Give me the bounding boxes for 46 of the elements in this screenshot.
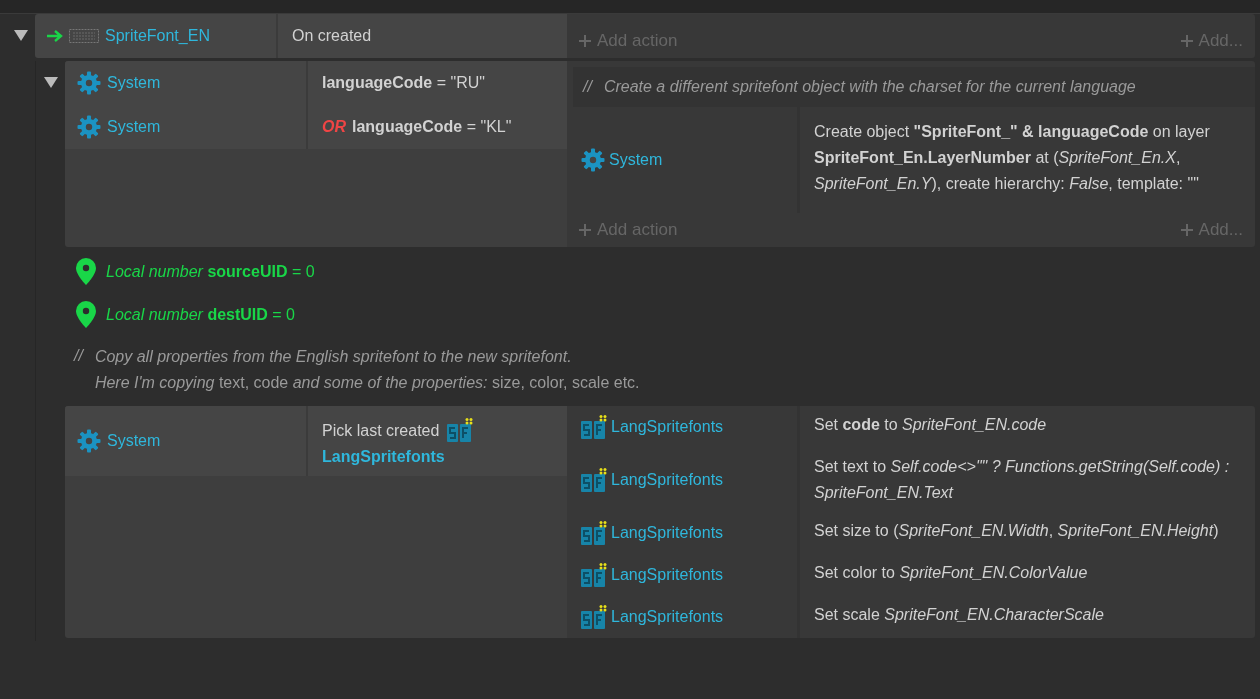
object-name: LangSpritefonts (322, 447, 445, 467)
plus-icon (1180, 35, 1193, 47)
gear-icon (77, 71, 101, 95)
condition-text: On created (292, 26, 372, 46)
condition-text: OR languageCode = "KL" (322, 117, 512, 137)
local-variable-text: Local number destUID = 0 (106, 304, 295, 325)
action-text: Set code to SpriteFont_EN.code (813, 415, 1048, 435)
condition-text: languageCode = "RU" (322, 73, 485, 93)
action-text: Set text to Self.code<>"" ? Functions.getString(Self.code) : SpriteFont_EN.Text (813, 457, 1231, 503)
plus-icon (579, 35, 591, 47)
spritefont-icon (581, 521, 607, 545)
spritefont-icon (581, 415, 607, 439)
spritefont-icon (581, 605, 607, 629)
comment-line: Copy all properties from the English spritefont to the new spritefont. (94, 347, 573, 367)
gear-icon (77, 115, 101, 139)
comment-line: Here I'm copying text, code and some of the properties: size, color, scale etc. (94, 373, 640, 393)
gear-icon (77, 429, 101, 453)
object-name: LangSpritefonts (611, 470, 724, 490)
object-name: LangSpritefonts (611, 417, 724, 437)
object-name: System (609, 150, 663, 170)
action-text: Set scale SpriteFont_EN.CharacterScale (813, 605, 1105, 625)
location-pin-icon (76, 301, 96, 328)
object-name: LangSpritefonts (611, 565, 724, 585)
collapse-triangle-icon[interactable] (13, 30, 28, 41)
spritefont-icon (447, 418, 474, 442)
object-name: System (107, 73, 161, 93)
location-pin-icon (76, 258, 96, 285)
plus-icon (1180, 224, 1193, 236)
action-text: Create object "SpriteFont_" & languageCode on layer SpriteFont_En.LayerNumber at (SpriteFont_En.X, SpriteFont_En.Y), create hierarchy: False, template: "" (813, 122, 1211, 194)
object-name: SpriteFont_EN (105, 26, 210, 46)
object-name: System (107, 117, 161, 137)
spritefont-icon (581, 563, 607, 587)
local-variable-text: Local number sourceUID = 0 (106, 261, 315, 282)
action-text: Set color to SpriteFont_EN.ColorValue (813, 563, 1089, 583)
sprite-icon (69, 27, 99, 45)
action-comment: // Create a different spritefont object with the charset for the current language (573, 67, 1255, 107)
spritefont-icon (581, 468, 607, 492)
object-name: LangSpritefonts (611, 607, 724, 627)
object-name: LangSpritefonts (611, 523, 724, 543)
plus-icon (579, 224, 591, 236)
object-name: System (107, 431, 161, 451)
condition-text: Pick last created (322, 421, 440, 441)
comment-marker: // (74, 346, 83, 366)
collapse-triangle-icon[interactable] (43, 77, 58, 88)
gear-icon (581, 148, 605, 172)
action-text: Set size to (SpriteFont_EN.Width, SpriteFont_EN.Height) (813, 521, 1220, 541)
